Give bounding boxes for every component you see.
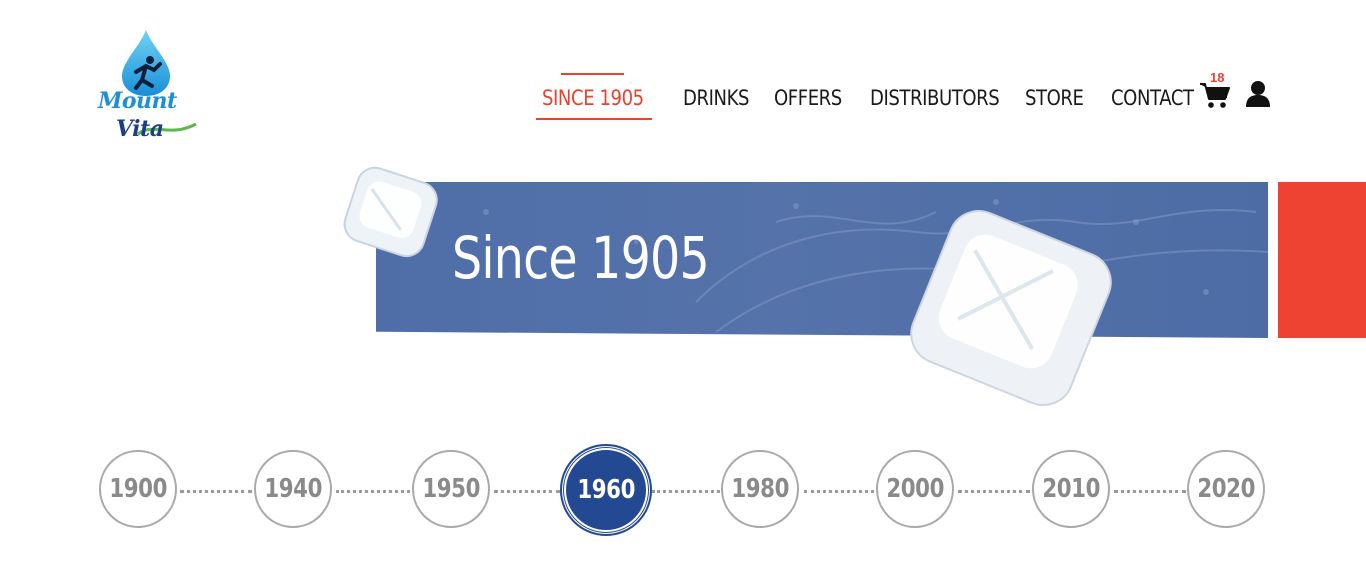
year-button-1940[interactable]: 1940 xyxy=(254,450,332,528)
brand-logo[interactable]: Mount Vita xyxy=(96,28,200,148)
year-timeline: 1900 1940 1950 1960 1980 2000 2010 2020 xyxy=(0,444,1366,538)
brand-name-line2: Vita xyxy=(116,116,164,142)
timeline-connector xyxy=(180,490,252,493)
year-label: 1960 xyxy=(577,475,635,505)
nav-distributors[interactable]: DISTRIBUTORS xyxy=(870,73,1000,123)
year-button-2010[interactable]: 2010 xyxy=(1032,450,1110,528)
ice-cube-large-image xyxy=(910,210,1112,406)
year-button-1980[interactable]: 1980 xyxy=(721,450,799,528)
timeline-connector xyxy=(804,490,874,493)
year-label: 2010 xyxy=(1042,474,1100,504)
year-label: 1900 xyxy=(109,474,167,504)
year-button-1960-active[interactable]: 1960 xyxy=(560,444,652,536)
timeline-connector xyxy=(494,490,560,493)
year-label: 2000 xyxy=(886,474,944,504)
year-button-2000[interactable]: 2000 xyxy=(876,450,954,528)
user-icon[interactable] xyxy=(1245,80,1271,108)
year-label: 1950 xyxy=(422,474,480,504)
nav-store[interactable]: STORE xyxy=(1025,73,1084,123)
hero-title: Since 1905 xyxy=(452,224,710,292)
timeline-connector xyxy=(652,490,720,493)
year-button-2020[interactable]: 2020 xyxy=(1187,450,1265,528)
year-label: 2020 xyxy=(1197,474,1255,504)
year-label: 1940 xyxy=(264,474,322,504)
red-accent-block xyxy=(1278,182,1366,338)
timeline-connector xyxy=(958,490,1030,493)
ice-cube-image xyxy=(343,166,438,258)
timeline-connector xyxy=(336,490,410,493)
nav-drinks[interactable]: DRINKS xyxy=(683,73,749,123)
timeline-connector xyxy=(1114,490,1186,493)
nav-contact[interactable]: CONTACT xyxy=(1111,73,1194,123)
nav-since-1905[interactable]: SINCE 1905 xyxy=(542,73,644,123)
cart-icon[interactable] xyxy=(1199,80,1231,110)
year-button-1900[interactable]: 1900 xyxy=(99,450,177,528)
year-label: 1980 xyxy=(731,474,789,504)
active-year-inner: 1960 xyxy=(564,448,648,532)
year-button-1950[interactable]: 1950 xyxy=(412,450,490,528)
nav-offers[interactable]: OFFERS xyxy=(774,73,842,123)
brand-name-line1: Mount xyxy=(98,88,177,114)
